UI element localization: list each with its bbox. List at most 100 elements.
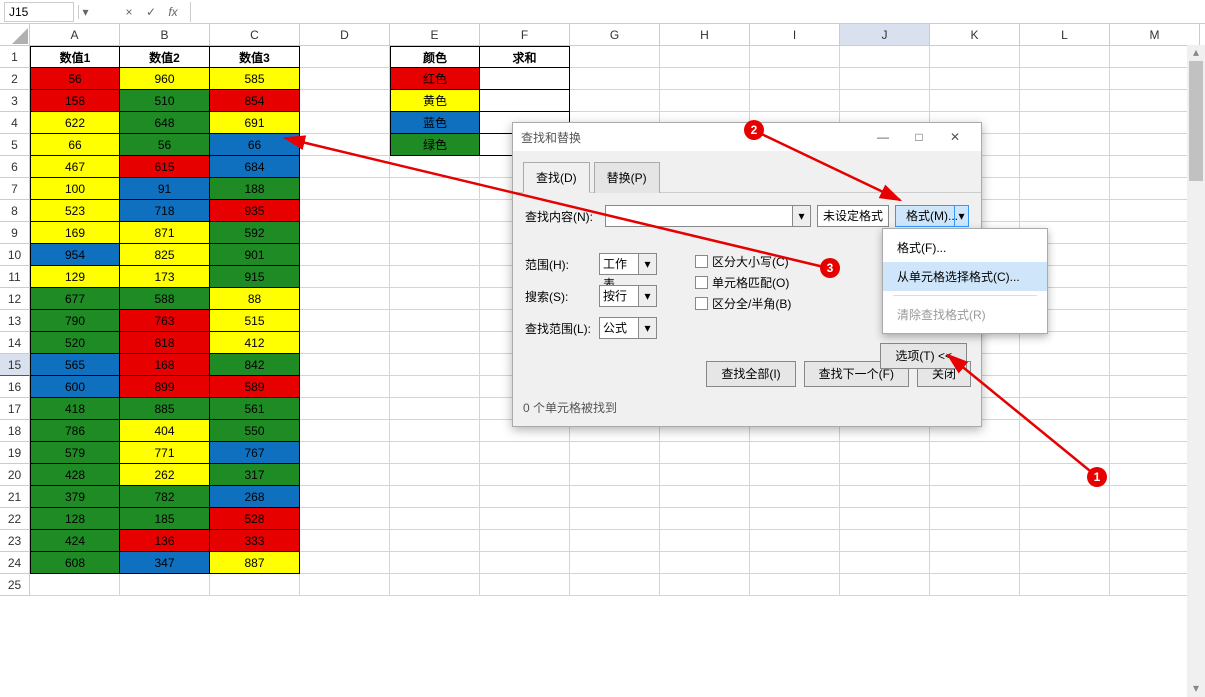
- cell[interactable]: [1020, 90, 1110, 112]
- cell[interactable]: [930, 552, 1020, 574]
- cell[interactable]: [840, 574, 930, 596]
- cell[interactable]: 黄色: [390, 90, 480, 112]
- row-header[interactable]: 16: [0, 376, 30, 398]
- cell[interactable]: 592: [210, 222, 300, 244]
- cell[interactable]: 412: [210, 332, 300, 354]
- cell[interactable]: [840, 68, 930, 90]
- cell[interactable]: 767: [210, 442, 300, 464]
- cell[interactable]: [390, 266, 480, 288]
- row-header[interactable]: 15: [0, 354, 30, 376]
- cell[interactable]: [480, 486, 570, 508]
- cell[interactable]: [1020, 46, 1110, 68]
- chevron-down-icon[interactable]: ▾: [792, 206, 810, 226]
- cell[interactable]: 188: [210, 178, 300, 200]
- cell[interactable]: [1020, 486, 1110, 508]
- row-header[interactable]: 14: [0, 332, 30, 354]
- cell[interactable]: [660, 46, 750, 68]
- cell[interactable]: [1020, 332, 1110, 354]
- cell[interactable]: 585: [210, 68, 300, 90]
- cell[interactable]: [480, 90, 570, 112]
- row-header[interactable]: 10: [0, 244, 30, 266]
- cell[interactable]: 960: [120, 68, 210, 90]
- cell[interactable]: [570, 530, 660, 552]
- row-header[interactable]: 18: [0, 420, 30, 442]
- cell[interactable]: [750, 90, 840, 112]
- row-header[interactable]: 19: [0, 442, 30, 464]
- cell[interactable]: [930, 46, 1020, 68]
- cell[interactable]: [750, 464, 840, 486]
- cell[interactable]: [570, 508, 660, 530]
- column-header[interactable]: E: [390, 24, 480, 46]
- cell[interactable]: [300, 90, 390, 112]
- cell[interactable]: [300, 332, 390, 354]
- cell[interactable]: [1020, 376, 1110, 398]
- cell[interactable]: [390, 442, 480, 464]
- cell[interactable]: [390, 574, 480, 596]
- cell[interactable]: 528: [210, 508, 300, 530]
- cell[interactable]: [660, 464, 750, 486]
- cell[interactable]: [390, 376, 480, 398]
- cell[interactable]: [300, 244, 390, 266]
- cell[interactable]: [570, 574, 660, 596]
- cell[interactable]: [300, 508, 390, 530]
- cell[interactable]: 317: [210, 464, 300, 486]
- scroll-down-icon[interactable]: ▾: [1187, 681, 1205, 697]
- cell[interactable]: [300, 200, 390, 222]
- case-checkbox[interactable]: [695, 255, 708, 268]
- cell[interactable]: 66: [30, 134, 120, 156]
- minimize-icon[interactable]: —: [865, 130, 901, 144]
- cell[interactable]: [1020, 420, 1110, 442]
- row-header[interactable]: 23: [0, 530, 30, 552]
- cell[interactable]: [660, 552, 750, 574]
- tab-replace[interactable]: 替换(P): [594, 162, 660, 193]
- cell[interactable]: [660, 486, 750, 508]
- chevron-down-icon[interactable]: ▾: [638, 254, 656, 274]
- cell[interactable]: [930, 486, 1020, 508]
- cell[interactable]: 88: [210, 288, 300, 310]
- cell[interactable]: 333: [210, 530, 300, 552]
- cell[interactable]: 169: [30, 222, 120, 244]
- cell[interactable]: 887: [210, 552, 300, 574]
- tab-find[interactable]: 查找(D): [523, 162, 590, 193]
- column-header[interactable]: F: [480, 24, 570, 46]
- cell[interactable]: [390, 486, 480, 508]
- cell[interactable]: [390, 288, 480, 310]
- cell[interactable]: [300, 156, 390, 178]
- cell[interactable]: [1020, 112, 1110, 134]
- cell[interactable]: 763: [120, 310, 210, 332]
- cell[interactable]: 825: [120, 244, 210, 266]
- cell[interactable]: [570, 486, 660, 508]
- menu-item-from-cell[interactable]: 从单元格选择格式(C)...: [883, 262, 1047, 291]
- column-header[interactable]: K: [930, 24, 1020, 46]
- cell[interactable]: 173: [120, 266, 210, 288]
- close-icon[interactable]: ✕: [937, 130, 973, 144]
- cell[interactable]: [930, 574, 1020, 596]
- cell[interactable]: [930, 68, 1020, 90]
- cell[interactable]: [840, 552, 930, 574]
- cell[interactable]: [1020, 134, 1110, 156]
- cell[interactable]: [660, 90, 750, 112]
- cell[interactable]: [840, 46, 930, 68]
- cell[interactable]: [300, 112, 390, 134]
- cell[interactable]: 871: [120, 222, 210, 244]
- cell[interactable]: [390, 508, 480, 530]
- width-checkbox[interactable]: [695, 297, 708, 310]
- cell[interactable]: 56: [120, 134, 210, 156]
- column-header[interactable]: D: [300, 24, 390, 46]
- cell[interactable]: [300, 46, 390, 68]
- cell[interactable]: [300, 420, 390, 442]
- cell[interactable]: [300, 68, 390, 90]
- cell[interactable]: 262: [120, 464, 210, 486]
- cell[interactable]: [480, 552, 570, 574]
- cell[interactable]: [480, 508, 570, 530]
- column-header[interactable]: A: [30, 24, 120, 46]
- cell[interactable]: [300, 266, 390, 288]
- name-box-dropdown[interactable]: ▾: [78, 5, 92, 19]
- find-what-input[interactable]: ▾: [605, 205, 811, 227]
- chevron-down-icon[interactable]: ▾: [638, 318, 656, 338]
- row-header[interactable]: 20: [0, 464, 30, 486]
- select-all-corner[interactable]: [0, 24, 30, 46]
- cell[interactable]: [210, 574, 300, 596]
- row-header[interactable]: 17: [0, 398, 30, 420]
- cell[interactable]: [930, 442, 1020, 464]
